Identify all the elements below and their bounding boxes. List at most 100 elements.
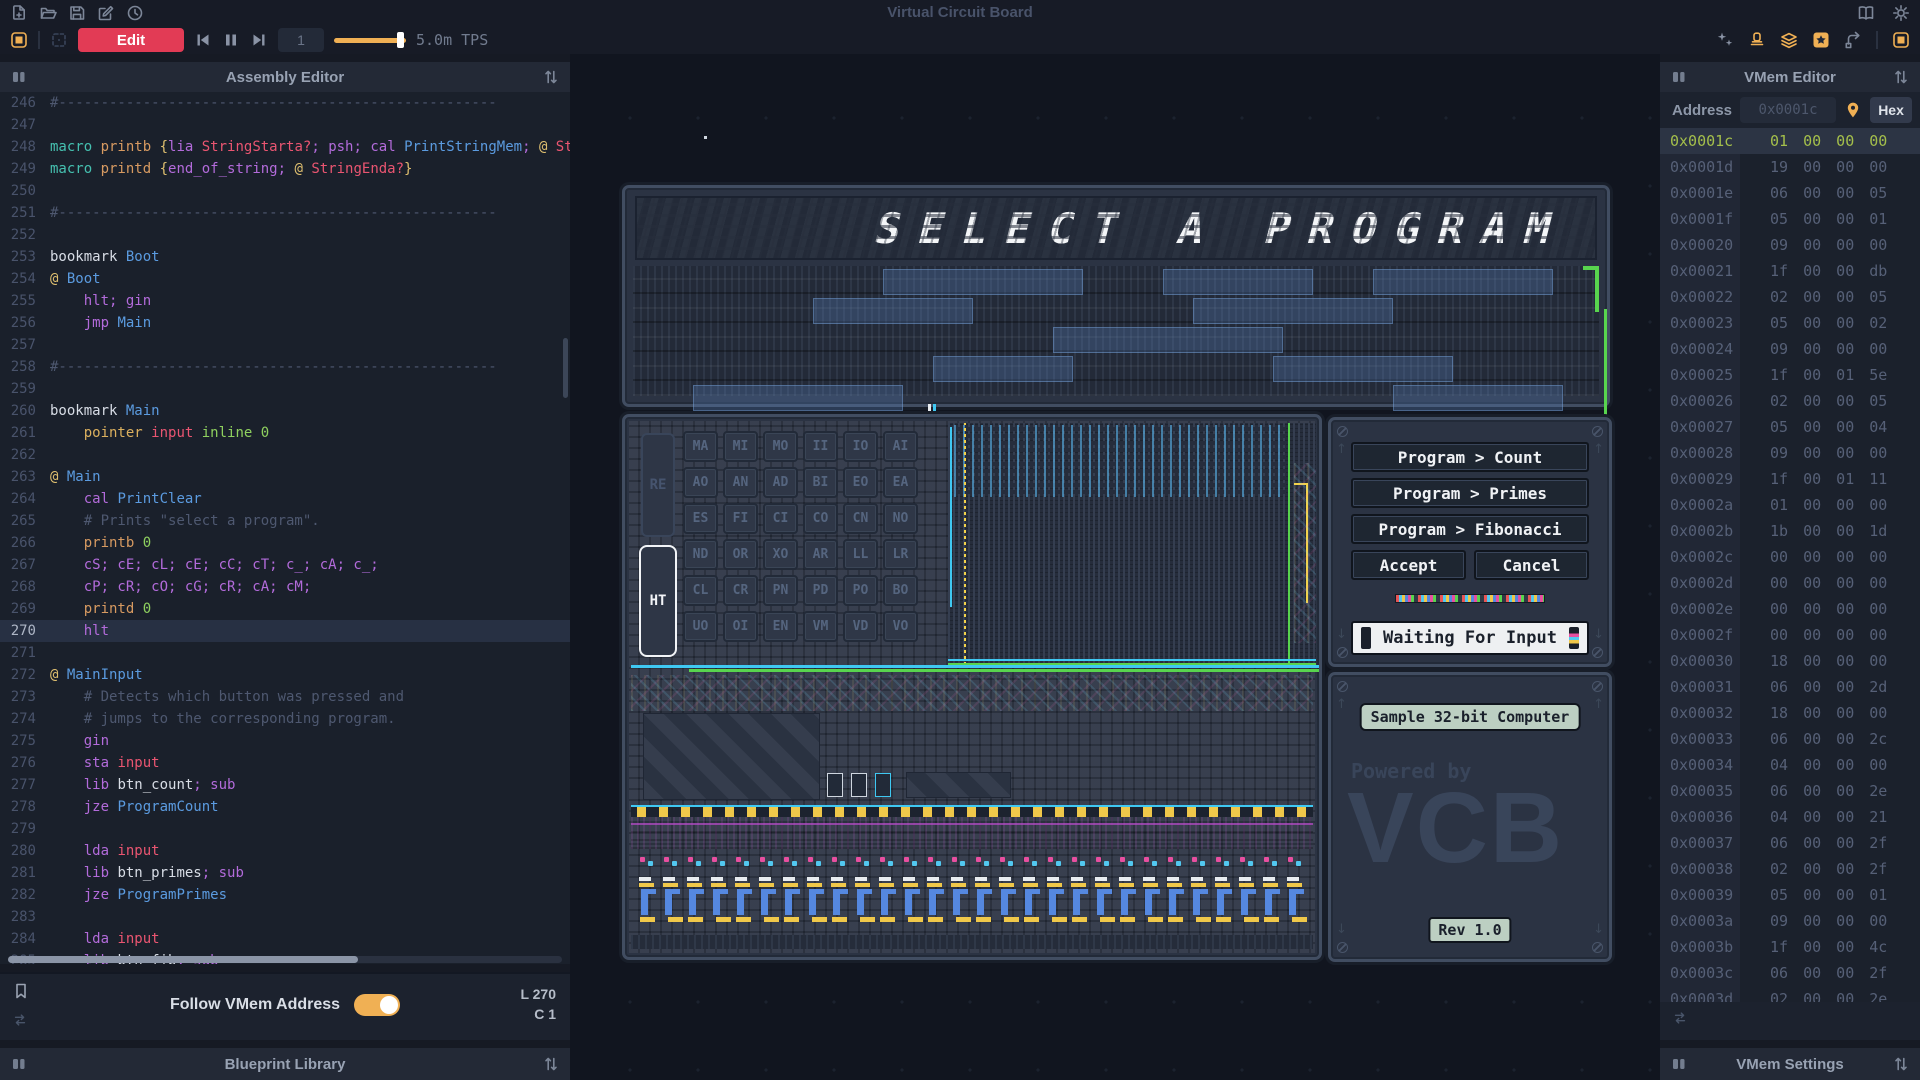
vmem-settings-header[interactable]: VMem Settings (1660, 1048, 1920, 1080)
info-panel[interactable]: ↑ ↑ ↓ ↓ Sample 32-bit Computer Powered b… (1328, 672, 1612, 962)
address-input[interactable]: 0x0001c (1740, 97, 1836, 123)
vmem-row-0x00034[interactable]: 0x0003404 00 00 00 (1660, 752, 1920, 778)
code-line-249[interactable]: 249macro printd {end_of_string; @ String… (0, 158, 570, 180)
circuit-canvas[interactable]: SELECT A PROGRAM RE HT MAMIMOIIIOAIAOANA… (570, 54, 1660, 1080)
display-panel[interactable]: SELECT A PROGRAM (622, 185, 1610, 407)
vmem-row-0x0001d[interactable]: 0x0001d19 00 00 00 (1660, 154, 1920, 180)
vmem-row-0x0001f[interactable]: 0x0001f05 00 00 01 (1660, 206, 1920, 232)
code-line-264[interactable]: 264 cal PrintClear (0, 488, 570, 510)
vmem-row-0x00033[interactable]: 0x0003306 00 00 2c (1660, 726, 1920, 752)
blueprint-library-header[interactable]: Blueprint Library (0, 1048, 570, 1080)
component-cell-ma[interactable]: MA (683, 431, 718, 462)
vmem-row-0x0003b[interactable]: 0x0003b1f 00 00 4c (1660, 934, 1920, 960)
code-line-252[interactable]: 252 (0, 224, 570, 246)
ram-segment[interactable] (1163, 269, 1313, 295)
panel-dock-icon[interactable] (1670, 68, 1688, 86)
component-cell-or[interactable]: OR (723, 539, 758, 570)
favorites-star-icon[interactable] (1812, 31, 1830, 49)
pin-icon[interactable] (1844, 101, 1862, 119)
vmem-row-0x00028[interactable]: 0x0002809 00 00 00 (1660, 440, 1920, 466)
component-cell-ai[interactable]: AI (883, 431, 918, 462)
vmem-rows[interactable]: 0x0001c01 00 00 000x0001d19 00 00 000x00… (1660, 128, 1920, 1002)
code-line-270[interactable]: 270 hlt (0, 620, 570, 642)
component-cell-mi[interactable]: MI (723, 431, 758, 462)
code-line-280[interactable]: 280 lda input (0, 840, 570, 862)
ram-segment[interactable] (933, 356, 1073, 382)
code-line-260[interactable]: 260bookmark Main (0, 400, 570, 422)
component-cell-ar[interactable]: AR (803, 539, 838, 570)
code-line-281[interactable]: 281 lib btn_primes; sub (0, 862, 570, 884)
stamp-icon[interactable] (1748, 31, 1766, 49)
selection-frame-icon[interactable] (50, 31, 68, 49)
code-line-265[interactable]: 265 # Prints "select a program". (0, 510, 570, 532)
panel-dock-icon[interactable] (10, 68, 28, 86)
vmem-row-0x00030[interactable]: 0x0003018 00 00 00 (1660, 648, 1920, 674)
vmem-row-0x00032[interactable]: 0x0003218 00 00 00 (1660, 700, 1920, 726)
ram-banks[interactable] (633, 266, 1599, 396)
vmem-row-0x00020[interactable]: 0x0002009 00 00 00 (1660, 232, 1920, 258)
vmem-row-0x0003d[interactable]: 0x0003d02 00 00 2e (1660, 986, 1920, 1002)
vmem-row-0x00024[interactable]: 0x0002409 00 00 00 (1660, 336, 1920, 362)
cancel-button[interactable]: Cancel (1474, 550, 1589, 580)
code-line-258[interactable]: 258#------------------------------------… (0, 356, 570, 378)
code-line-262[interactable]: 262 (0, 444, 570, 466)
ram-segment[interactable] (1273, 356, 1453, 382)
component-cell-lr[interactable]: LR (883, 539, 918, 570)
component-cell-po[interactable]: PO (843, 575, 878, 606)
code-line-284[interactable]: 284 lda input (0, 928, 570, 950)
code-line-276[interactable]: 276 sta input (0, 752, 570, 774)
led-matrix-display[interactable]: SELECT A PROGRAM (635, 196, 1597, 260)
component-cell-ea[interactable]: EA (883, 467, 918, 498)
code-line-266[interactable]: 266 printb 0 (0, 532, 570, 554)
swap-arrows-icon[interactable] (1672, 1010, 1688, 1026)
code-line-282[interactable]: 282 jze ProgramPrimes (0, 884, 570, 906)
ram-segment[interactable] (883, 269, 1083, 295)
component-cell-es[interactable]: ES (683, 503, 718, 534)
code-line-283[interactable]: 283 (0, 906, 570, 928)
code-line-279[interactable]: 279 (0, 818, 570, 840)
code-line-269[interactable]: 269 printd 0 (0, 598, 570, 620)
pause-icon[interactable] (222, 31, 240, 49)
reset-block[interactable]: RE (641, 433, 675, 537)
code-line-274[interactable]: 274 # jumps to the corresponding program… (0, 708, 570, 730)
panel-dock-icon[interactable] (10, 1055, 28, 1073)
lower-board-area[interactable] (631, 675, 1313, 949)
code-line-273[interactable]: 273 # Detects which button was pressed a… (0, 686, 570, 708)
code-line-257[interactable]: 257 (0, 334, 570, 356)
tps-slider-track[interactable] (334, 38, 406, 43)
ram-segment[interactable] (1373, 269, 1553, 295)
tps-slider[interactable] (334, 28, 406, 52)
component-cell-eo[interactable]: EO (843, 467, 878, 498)
component-cell-pd[interactable]: PD (803, 575, 838, 606)
program-button-2[interactable]: Program > Fibonacci (1351, 514, 1589, 544)
step-back-icon[interactable] (194, 31, 212, 49)
vmem-row-0x00025[interactable]: 0x000251f 00 01 5e (1660, 362, 1920, 388)
vmem-row-0x0002b[interactable]: 0x0002b1b 00 00 1d (1660, 518, 1920, 544)
assembly-hscroll-thumb[interactable] (8, 956, 358, 963)
halt-block-active[interactable]: HT (639, 545, 677, 657)
settings-gear-icon[interactable] (1892, 4, 1910, 22)
panel-resize-icon[interactable] (1892, 1055, 1910, 1073)
code-line-267[interactable]: 267 cS; cE; cL; cE; cC; cT; c_; cA; c_; (0, 554, 570, 576)
vmem-row-0x0002e[interactable]: 0x0002e00 00 00 00 (1660, 596, 1920, 622)
component-cell-bi[interactable]: BI (803, 467, 838, 498)
panel-resize-icon[interactable] (542, 68, 560, 86)
code-line-251[interactable]: 251#------------------------------------… (0, 202, 570, 224)
vmem-row-0x0003c[interactable]: 0x0003c06 00 00 2f (1660, 960, 1920, 986)
code-line-248[interactable]: 248macro printb {lia StringStarta?; psh;… (0, 136, 570, 158)
vmem-row-0x00022[interactable]: 0x0002202 00 00 05 (1660, 284, 1920, 310)
vmem-row-0x00029[interactable]: 0x000291f 00 01 11 (1660, 466, 1920, 492)
route-icon[interactable] (1844, 31, 1862, 49)
vmem-row-0x00027[interactable]: 0x0002705 00 00 04 (1660, 414, 1920, 440)
component-cell-mo[interactable]: MO (763, 431, 798, 462)
sparkles-icon[interactable] (1716, 31, 1734, 49)
vmem-row-0x00039[interactable]: 0x0003905 00 00 01 (1660, 882, 1920, 908)
component-cell-oi[interactable]: OI (723, 611, 758, 642)
component-cell-xo[interactable]: XO (763, 539, 798, 570)
vmem-row-0x00038[interactable]: 0x0003802 00 00 2f (1660, 856, 1920, 882)
hex-mode-button[interactable]: Hex (1870, 97, 1912, 123)
vmem-row-0x00031[interactable]: 0x0003106 00 00 2d (1660, 674, 1920, 700)
vmem-row-0x00036[interactable]: 0x0003604 00 00 21 (1660, 804, 1920, 830)
component-cell-bo[interactable]: BO (883, 575, 918, 606)
book-icon[interactable] (1857, 4, 1875, 22)
